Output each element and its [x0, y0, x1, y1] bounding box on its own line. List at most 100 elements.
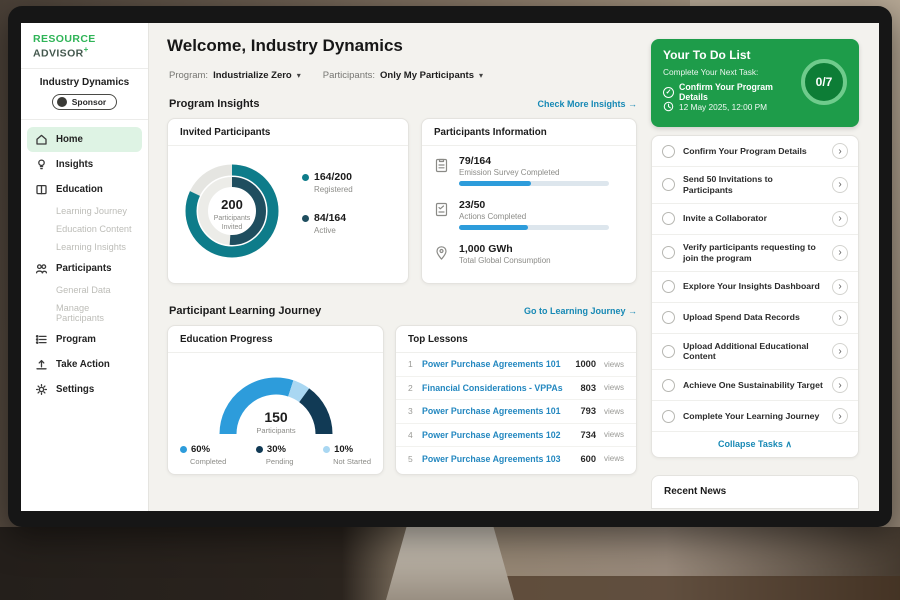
task-label: Invite a Collaborator [683, 213, 824, 224]
check-more-insights-link[interactable]: Check More Insights → [537, 99, 637, 109]
task-row[interactable]: Confirm Your Program Details › [652, 136, 858, 167]
task-chevron-icon[interactable]: › [832, 310, 848, 326]
program-filter: Program: Industrialize Zero ▾ [169, 70, 301, 81]
task-row[interactable]: Verify participants requesting to join t… [652, 235, 858, 272]
collapse-tasks-link[interactable]: Collapse Tasks ∧ [652, 432, 858, 457]
task-checkbox[interactable] [662, 178, 675, 191]
sidebar-item-label: Learning Journey [56, 206, 127, 216]
sponsor-icon [57, 97, 67, 107]
task-chevron-icon[interactable]: › [832, 177, 848, 193]
sidebar-item-insights[interactable]: Insights [27, 152, 142, 177]
sponsor-badge: Sponsor [52, 94, 117, 110]
people-icon [35, 262, 48, 275]
task-checkbox[interactable] [662, 145, 675, 158]
card-title: Education Progress [168, 326, 383, 353]
section-title-learning-journey: Participant Learning Journey [169, 305, 321, 317]
legend-item-not-started: 10% Not Started [323, 444, 371, 466]
go-to-learning-journey-link[interactable]: Go to Learning Journey → [524, 306, 637, 316]
task-chevron-icon[interactable]: › [832, 211, 848, 227]
lesson-link[interactable]: Power Purchase Agreements 102 [422, 430, 580, 440]
legend-item-registered: 164/200 Registered [302, 171, 353, 194]
sidebar-item-education-content[interactable]: Education Content [27, 220, 142, 238]
lightbulb-icon [35, 158, 48, 171]
card-title: Top Lessons [396, 326, 636, 353]
task-row[interactable]: Upload Additional Educational Content › [652, 334, 858, 371]
task-checkbox[interactable] [662, 379, 675, 392]
sidebar-item-manage-participants[interactable]: Manage Participants [27, 299, 142, 327]
legend-value: 10% [334, 444, 353, 455]
legend-value: 164/200 [314, 171, 352, 183]
sidebar-item-label: Home [56, 134, 83, 145]
legend-label: Pending [266, 457, 294, 466]
sidebar-item-home[interactable]: Home [27, 127, 142, 152]
card-title: Invited Participants [168, 119, 408, 146]
task-row[interactable]: Complete Your Learning Journey › [652, 401, 858, 432]
task-chevron-icon[interactable]: › [832, 245, 848, 261]
task-row[interactable]: Send 50 Invitations to Participants › [652, 167, 858, 204]
task-chevron-icon[interactable]: › [832, 279, 848, 295]
stat-row-actions: 23/50 Actions Completed [434, 199, 609, 230]
sidebar: RESOURCE ADVISOR+ Industry Dynamics Spon… [21, 23, 149, 511]
gauge-center-label: Participants [256, 426, 295, 435]
sidebar-item-label: Program [56, 334, 96, 345]
chevron-down-icon[interactable]: ▾ [297, 71, 301, 80]
sidebar-item-label: Insights [56, 159, 93, 170]
task-checkbox[interactable] [662, 280, 675, 293]
task-label: Confirm Your Program Details [683, 146, 824, 157]
lesson-views-label: views [600, 383, 624, 392]
task-checkbox[interactable] [662, 410, 675, 423]
program-filter-dropdown[interactable]: Industrialize Zero [213, 70, 292, 81]
sidebar-item-learning-journey[interactable]: Learning Journey [27, 202, 142, 220]
gear-icon [35, 383, 48, 396]
chevron-down-icon[interactable]: ▾ [479, 71, 483, 80]
task-row[interactable]: Invite a Collaborator › [652, 204, 858, 235]
survey-clipboard-icon [434, 157, 449, 173]
sidebar-item-learning-insights[interactable]: Learning Insights [27, 238, 142, 256]
task-chevron-icon[interactable]: › [832, 377, 848, 393]
lesson-link[interactable]: Financial Considerations - VPPAs [422, 383, 580, 393]
todo-subtitle: Complete Your Next Task: [663, 67, 758, 77]
sidebar-item-label: Education Content [56, 224, 132, 234]
lesson-views-label: views [600, 407, 624, 416]
logo-part-advisor: ADVISOR [33, 48, 84, 60]
lesson-views: 734 [580, 430, 596, 440]
task-chevron-icon[interactable]: › [832, 143, 848, 159]
sidebar-nav: Home Insights Education Learning Journey [21, 120, 148, 409]
task-checkbox[interactable] [662, 212, 675, 225]
link-label: Check More Insights [537, 99, 625, 109]
sidebar-item-label: Take Action [56, 359, 110, 370]
sidebar-item-label: General Data [56, 285, 111, 295]
participants-filter-dropdown[interactable]: Only My Participants [380, 70, 474, 81]
task-checkbox[interactable] [662, 345, 675, 358]
sidebar-item-participants[interactable]: Participants [27, 256, 142, 281]
sidebar-item-program[interactable]: Program [27, 327, 142, 352]
task-chevron-icon[interactable]: › [832, 343, 848, 359]
task-row[interactable]: Achieve One Sustainability Target › [652, 370, 858, 401]
todo-due-label: 12 May 2025, 12:00 PM [679, 102, 767, 112]
task-checkbox[interactable] [662, 246, 675, 259]
todo-progress-badge: 0/7 [801, 59, 847, 105]
sidebar-item-education[interactable]: Education [27, 177, 142, 202]
lesson-link[interactable]: Power Purchase Agreements 101 [422, 406, 580, 416]
donut-center-label-2: Invited [222, 224, 243, 231]
lesson-row: 5 Power Purchase Agreements 103 600 view… [396, 447, 636, 471]
task-checkbox[interactable] [662, 311, 675, 324]
sidebar-item-take-action[interactable]: Take Action [27, 352, 142, 377]
lesson-link[interactable]: Power Purchase Agreements 103 [422, 454, 580, 464]
stat-label: Actions Completed [459, 212, 609, 221]
link-label: Go to Learning Journey [524, 306, 626, 316]
sidebar-item-settings[interactable]: Settings [27, 377, 142, 402]
stat-value: 23/50 [459, 199, 609, 211]
lesson-link[interactable]: Power Purchase Agreements 101 [422, 359, 575, 369]
sidebar-item-general-data[interactable]: General Data [27, 281, 142, 299]
task-row[interactable]: Explore Your Insights Dashboard › [652, 272, 858, 303]
sidebar-item-label: Participants [56, 263, 111, 274]
logo-plus: + [84, 45, 89, 54]
task-row[interactable]: Upload Spend Data Records › [652, 303, 858, 334]
section-title-program-insights: Program Insights [169, 98, 259, 110]
location-pin-icon [434, 245, 449, 261]
legend-dot-dark-blue [256, 446, 263, 453]
task-chevron-icon[interactable]: › [832, 408, 848, 424]
lesson-views-label: views [600, 454, 624, 463]
recent-news-card: Recent News [651, 475, 859, 509]
